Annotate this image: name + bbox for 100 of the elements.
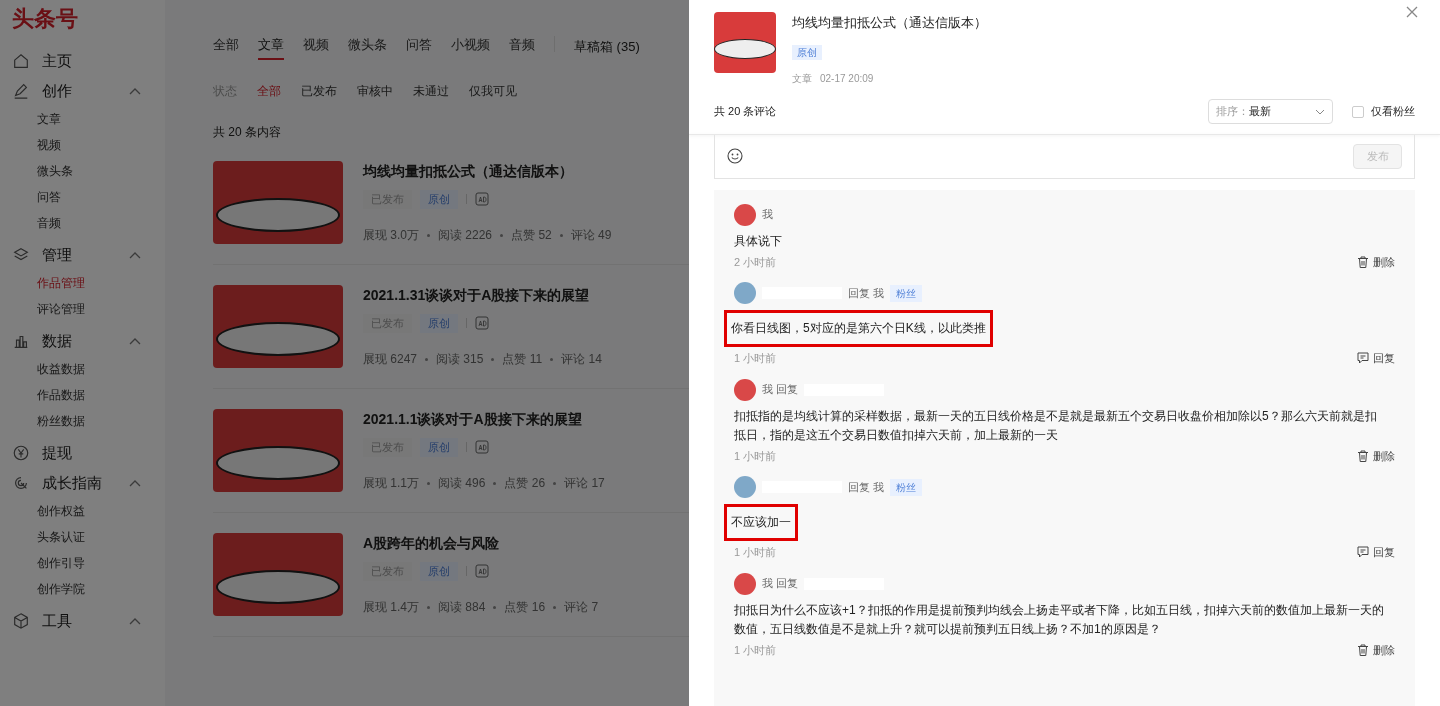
status-filter[interactable]: 审核中 xyxy=(357,82,393,100)
sidebar-subitem[interactable]: 创作权益 xyxy=(37,502,85,520)
author-label: 我 回复 xyxy=(762,382,799,398)
sort-dropdown[interactable]: 排序：最新 xyxy=(1208,99,1333,124)
checkbox[interactable] xyxy=(1352,105,1364,118)
delete-button[interactable]: 删除 xyxy=(1357,447,1395,464)
comment-time: 1 小时前 xyxy=(734,642,777,658)
comment-text: 具体说下 xyxy=(734,232,783,250)
article-stat: 阅读 496 xyxy=(438,475,486,492)
sidebar-subitem[interactable]: 视频 xyxy=(37,136,61,154)
article-stat: 点赞 52 xyxy=(511,227,552,244)
article-title[interactable]: 均线均量扣抵公式（通达信版本） xyxy=(363,161,612,182)
comment-text: 你看日线图，5对应的是第六个日K线，以此类推 xyxy=(724,310,993,347)
article-stat: 阅读 315 xyxy=(436,351,484,368)
ad-icon xyxy=(475,440,489,455)
comment-count: 共 20 条评论 xyxy=(714,104,778,120)
cover-image xyxy=(714,12,776,73)
avatar xyxy=(734,378,756,401)
sidebar-subitem[interactable]: 头条认证 xyxy=(37,528,85,546)
status-filter[interactable]: 仅我可见 xyxy=(469,82,517,100)
sidebar-subitem[interactable]: 文章 xyxy=(37,110,61,128)
author-label: 回复 我 xyxy=(848,479,885,495)
article-type: 文章 xyxy=(792,71,812,86)
sidebar-subitem[interactable]: 音频 xyxy=(37,214,61,232)
content-tab[interactable]: 视频 xyxy=(303,34,329,60)
article-stat: 阅读 2226 xyxy=(438,227,493,244)
author-label: 回复 我 xyxy=(848,285,885,301)
chevron-down-icon xyxy=(1315,108,1325,115)
content-tab[interactable]: 音频 xyxy=(509,34,535,60)
drawer-title: 均线均量扣抵公式（通达信版本） xyxy=(792,14,987,32)
sidebar-item[interactable]: 成长指南 xyxy=(42,471,129,495)
sidebar-subitem[interactable]: 作品管理 xyxy=(37,274,85,292)
article-title[interactable]: 2021.1.1谈谈对于A股接下来的展望 xyxy=(363,409,605,430)
comment-icon xyxy=(1357,352,1369,365)
delete-button[interactable]: 删除 xyxy=(1357,253,1395,270)
comment-time: 2 小时前 xyxy=(734,254,777,270)
comment-icon xyxy=(1357,546,1369,559)
content-tab[interactable]: 小视频 xyxy=(451,34,490,60)
avatar xyxy=(734,282,756,304)
content-tab[interactable]: 文章 xyxy=(258,34,284,60)
article-stat: 展现 6247 xyxy=(363,351,418,368)
sidebar-subitem[interactable]: 粉丝数据 xyxy=(37,412,85,430)
sort-label: 排序： xyxy=(1216,104,1249,120)
sidebar-subitem[interactable]: 微头条 xyxy=(37,162,73,180)
author-label: 我 xyxy=(762,207,773,223)
original-tag: 原创 xyxy=(420,314,458,333)
total-count: 共 20 条内容 xyxy=(213,124,282,141)
status-filter[interactable]: 全部 xyxy=(257,82,281,100)
logo[interactable]: 头条号 xyxy=(12,8,165,30)
growth-icon xyxy=(12,474,30,492)
content-tab[interactable]: 微头条 xyxy=(348,34,387,60)
sidebar-subitem[interactable]: 收益数据 xyxy=(37,360,85,378)
sort-value: 最新 xyxy=(1249,104,1272,120)
original-tag: 原创 xyxy=(420,438,458,457)
emoji-icon xyxy=(727,148,743,164)
status-filter[interactable]: 已发布 xyxy=(301,82,337,100)
article-stat: 阅读 884 xyxy=(438,599,486,616)
sidebar-item[interactable]: 管理 xyxy=(42,243,129,267)
publish-date: 02-17 20:09 xyxy=(820,71,874,86)
content-tab[interactable]: 全部 xyxy=(213,34,239,60)
fan-badge: 粉丝 xyxy=(890,478,923,496)
avatar xyxy=(734,572,756,595)
trash-icon xyxy=(1357,255,1369,268)
ad-icon xyxy=(475,316,489,331)
article-stat: 展现 1.1万 xyxy=(363,475,419,492)
article-title[interactable]: 2021.1.31谈谈对于A股接下来的展望 xyxy=(363,285,602,306)
sidebar-item[interactable]: 工具 xyxy=(42,609,129,633)
sidebar-subitem[interactable]: 问答 xyxy=(37,188,61,206)
article-title[interactable]: A股跨年的机会与风险 xyxy=(363,533,599,554)
drafts-link[interactable]: 草稿箱 (35) xyxy=(574,36,640,60)
sidebar-subitem[interactable]: 创作引导 xyxy=(37,554,85,572)
reply-button[interactable]: 回复 xyxy=(1357,350,1395,367)
article-stat: 展现 3.0万 xyxy=(363,227,419,244)
checkbox-label[interactable]: 仅看粉丝 xyxy=(1371,103,1415,120)
sidebar-subitem[interactable]: 创作学院 xyxy=(37,580,85,598)
status-filter[interactable]: 未通过 xyxy=(413,82,449,100)
content-tab[interactable]: 问答 xyxy=(406,34,432,60)
original-tag: 原创 xyxy=(420,190,458,209)
article-stat: 展现 1.4万 xyxy=(363,599,419,616)
close-button[interactable] xyxy=(1406,5,1420,19)
trash-icon xyxy=(1357,643,1369,656)
sidebar-item[interactable]: 创作 xyxy=(42,79,129,103)
article-stat: 点赞 16 xyxy=(504,599,546,616)
sidebar-item[interactable]: 数据 xyxy=(42,329,129,353)
original-tag: 原创 xyxy=(420,562,458,581)
avatar xyxy=(734,476,756,498)
home-icon xyxy=(12,52,30,70)
delete-button[interactable]: 删除 xyxy=(1357,641,1395,658)
comment-text: 扣抵日为什么不应该+1？扣抵的作用是提前预判均线会上扬走平或者下降，比如五日线，扣掉六天前的数值加上最新一天的数值，五日线数值是不是就上升？就可以提前预判五日线上扬？不加1的原因是？ xyxy=(734,601,1385,638)
article-stat: 点赞 26 xyxy=(504,475,546,492)
close-icon xyxy=(1406,6,1418,18)
comment-text: 不应该加一 xyxy=(724,504,798,541)
sidebar-item[interactable]: 提现 xyxy=(42,441,141,465)
sidebar-subitem[interactable]: 评论管理 xyxy=(37,300,85,318)
reply-button[interactable]: 回复 xyxy=(1357,544,1395,561)
article-stat: 评论 49 xyxy=(570,227,612,244)
author-label: 我 回复 xyxy=(762,576,799,592)
sidebar-subitem[interactable]: 作品数据 xyxy=(37,386,85,404)
sidebar-item[interactable]: 主页 xyxy=(42,49,141,73)
trash-icon xyxy=(1357,449,1369,462)
